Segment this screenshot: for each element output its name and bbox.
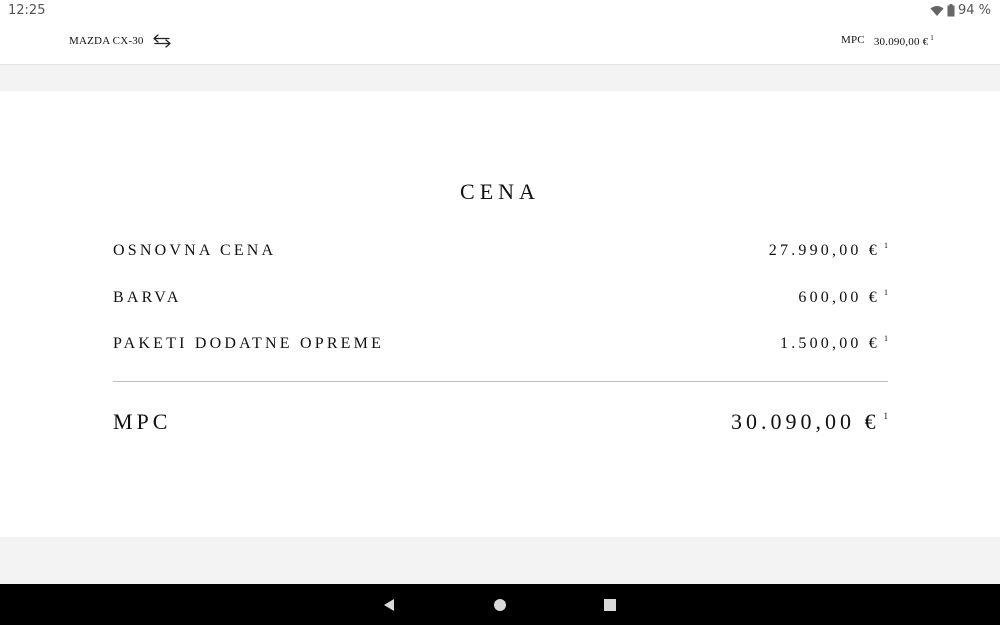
- header-price-label: MPC: [841, 34, 865, 46]
- header-price-footnote: 1: [930, 34, 934, 42]
- model-switcher[interactable]: MAZDA CX-30: [69, 33, 172, 49]
- row-value: 600,00 € 1: [798, 288, 888, 307]
- price-panel: CENA OSNOVNA CENA 27.990,00 € 1 BARVA 600…: [0, 91, 1000, 537]
- row-amount: 600,00 €: [798, 289, 880, 306]
- row-label: BARVA: [113, 289, 182, 306]
- total-value: 30.090,00 €: [731, 409, 880, 434]
- row-amount: 27.990,00 €: [768, 242, 880, 259]
- row-label: PAKETI DODATNE OPREME: [113, 335, 385, 352]
- home-button[interactable]: [488, 584, 512, 625]
- row-label: OSNOVNA CENA: [113, 242, 277, 259]
- price-row-color: BARVA 600,00 € 1: [113, 288, 888, 307]
- home-icon[interactable]: [493, 598, 507, 612]
- app-header: MAZDA CX-30 MPC 30.090,00 €1: [0, 22, 1000, 65]
- system-nav-bar: [0, 584, 1000, 625]
- row-value: 1.500,00 € 1: [780, 334, 888, 353]
- total-value-wrap: 30.090,00 €1: [731, 409, 888, 435]
- total-footnote: 1: [883, 411, 889, 421]
- row-footnote: 1: [884, 334, 888, 343]
- battery-icon: [947, 4, 955, 17]
- total-label: MPC: [113, 409, 172, 434]
- row-amount: 1.500,00 €: [780, 335, 880, 352]
- model-name: MAZDA CX-30: [69, 35, 144, 47]
- spacer-band: [0, 65, 1000, 91]
- swap-icon[interactable]: [152, 33, 172, 49]
- header-price: MPC 30.090,00 €1: [841, 34, 934, 48]
- panel-title: CENA: [460, 179, 540, 204]
- row-value: 27.990,00 € 1: [769, 241, 888, 260]
- status-bar: 12:25 94 %: [0, 0, 1000, 22]
- price-total: MPC 30.090,00 €1: [113, 409, 888, 435]
- row-footnote: 1: [884, 288, 888, 297]
- status-time: 12:25: [8, 3, 46, 18]
- wifi-icon: [930, 5, 944, 16]
- back-button[interactable]: [377, 584, 401, 625]
- row-footnote: 1: [884, 241, 888, 250]
- price-row-base: OSNOVNA CENA 27.990,00 € 1: [113, 241, 888, 260]
- recents-button[interactable]: [598, 584, 622, 625]
- battery-level: 94 %: [957, 3, 991, 18]
- price-row-packages: PAKETI DODATNE OPREME 1.500,00 € 1: [113, 334, 888, 353]
- status-icons: 94 %: [930, 3, 991, 18]
- divider: [113, 381, 888, 382]
- header-price-amount: 30.090,00 €1: [874, 34, 934, 48]
- recents-icon[interactable]: [603, 598, 617, 612]
- back-icon[interactable]: [382, 598, 396, 612]
- header-price-value: 30.090,00 €: [873, 36, 929, 48]
